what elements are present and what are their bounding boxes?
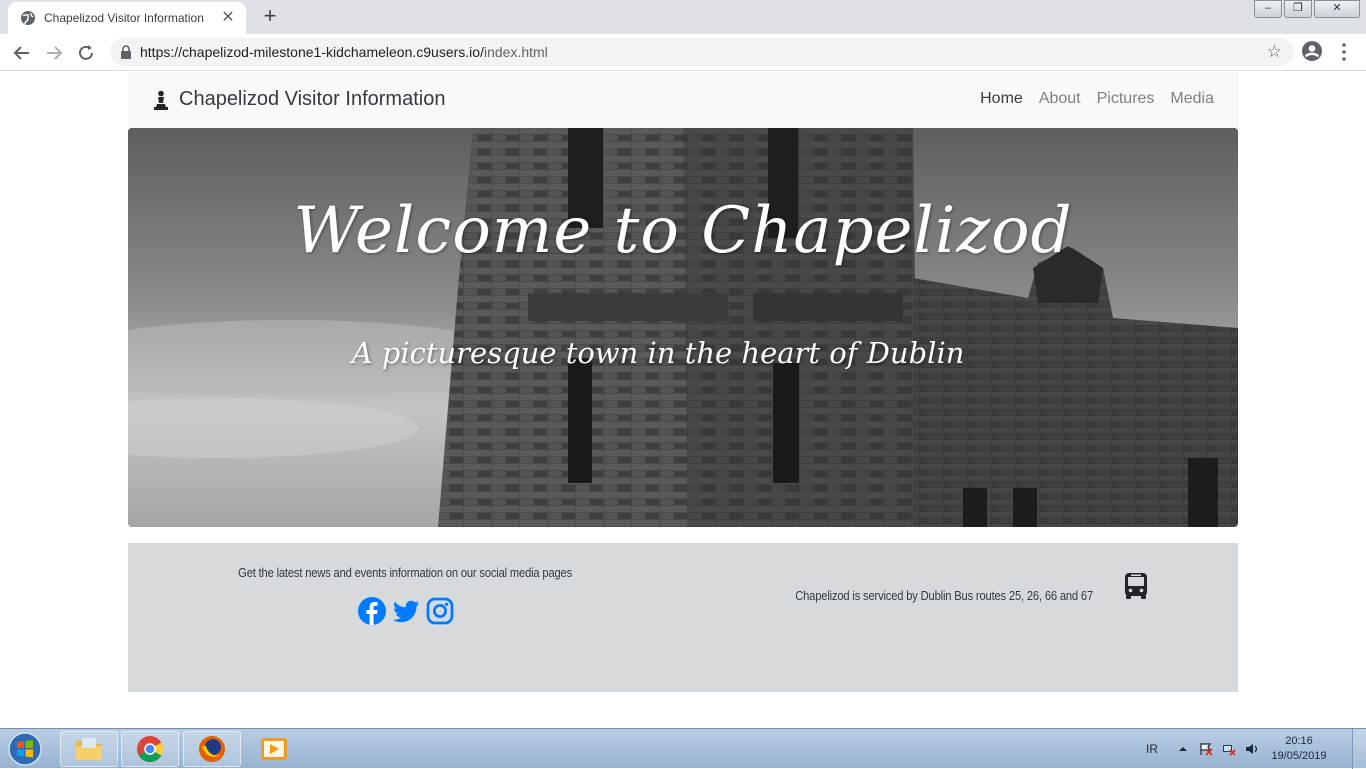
chrome-icon: [137, 736, 164, 763]
url-host: https://chapelizod-milestone1-kidchamele…: [140, 44, 484, 60]
taskbar-chrome[interactable]: [121, 731, 179, 767]
instagram-icon[interactable]: [425, 596, 455, 626]
globe-icon: [21, 11, 35, 25]
bookmark-star-icon[interactable]: ☆: [1267, 43, 1282, 61]
social-media-text: Get the latest news and events informati…: [238, 565, 573, 580]
reload-button[interactable]: [73, 40, 99, 66]
folder-icon: [76, 738, 102, 760]
system-clock[interactable]: 20:16 19/05/2019: [1268, 734, 1330, 764]
bus-icon: [1124, 573, 1147, 599]
close-window-button[interactable]: ✕: [1314, 0, 1360, 18]
reload-icon: [79, 45, 93, 60]
browser-menu-icon[interactable]: [1336, 42, 1352, 62]
profile-avatar-icon[interactable]: [1301, 40, 1323, 62]
firefox-icon: [199, 736, 225, 762]
taskbar-media-player[interactable]: [245, 731, 303, 767]
nav-about[interactable]: About: [1039, 90, 1081, 108]
facebook-icon[interactable]: [357, 596, 387, 626]
taskbar-firefox[interactable]: [183, 731, 241, 767]
bus-routes-text: Chapelizod is serviced by Dublin Bus rou…: [795, 588, 1094, 603]
hero-title: Welcome to Chapelizod: [293, 194, 1073, 268]
network-icon[interactable]: [1222, 742, 1236, 756]
forward-button[interactable]: [41, 40, 67, 66]
chess-pawn-icon: [154, 90, 168, 110]
twitter-icon[interactable]: [391, 596, 421, 626]
url-path: index.html: [483, 44, 548, 60]
tab-close-icon[interactable]: ✕: [218, 8, 238, 28]
tab-title: Chapelizod Visitor Information: [44, 11, 204, 25]
church-tower-photo: [128, 128, 1238, 527]
media-player-icon: [261, 738, 287, 760]
bus-info-section: Chapelizod is serviced by Dublin Bus rou…: [683, 564, 1238, 605]
site-brand[interactable]: Chapelizod Visitor Information: [152, 88, 445, 111]
back-button[interactable]: [9, 40, 35, 66]
nav-pictures[interactable]: Pictures: [1097, 90, 1155, 108]
nav-links: Home About Pictures Media: [964, 90, 1214, 108]
restore-button[interactable]: ❐: [1284, 0, 1312, 18]
browser-tab[interactable]: Chapelizod Visitor Information ✕: [8, 2, 246, 34]
show-desktop-button[interactable]: [1352, 729, 1366, 769]
site-footer: Get the latest news and events informati…: [128, 543, 1238, 692]
clock-time: 20:16: [1285, 735, 1313, 747]
minimize-button[interactable]: –: [1254, 0, 1282, 18]
system-tray: IR 20:16 19/05/2019: [1146, 729, 1366, 769]
browser-toolbar: https://chapelizod-milestone1-kidchamele…: [0, 34, 1366, 71]
social-links: [128, 596, 683, 626]
hero-subtitle: A picturesque town in the heart of Dubli…: [351, 336, 965, 370]
forward-arrow-icon: [47, 46, 63, 60]
nav-home[interactable]: Home: [980, 90, 1023, 108]
volume-icon[interactable]: [1245, 742, 1259, 756]
new-tab-button[interactable]: +: [258, 5, 282, 29]
clock-date: 19/05/2019: [1271, 750, 1327, 762]
site-navbar: Chapelizod Visitor Information Home Abou…: [128, 72, 1238, 128]
brand-title: Chapelizod Visitor Information: [179, 88, 446, 110]
show-hidden-icons-icon[interactable]: [1176, 742, 1190, 756]
taskbar-explorer[interactable]: [60, 731, 118, 767]
action-center-flag-icon[interactable]: [1199, 742, 1213, 756]
windows-start-icon[interactable]: [4, 731, 46, 767]
nav-media[interactable]: Media: [1170, 90, 1214, 108]
lock-icon: [121, 45, 131, 59]
address-bar[interactable]: https://chapelizod-milestone1-kidchamele…: [110, 38, 1294, 66]
social-media-section: Get the latest news and events informati…: [128, 564, 683, 626]
language-indicator[interactable]: IR: [1146, 742, 1158, 756]
back-arrow-icon: [13, 46, 29, 60]
window-controls: – ❐ ✕: [1252, 0, 1360, 18]
browser-tab-strip: Chapelizod Visitor Information ✕ + – ❐ ✕: [0, 0, 1366, 34]
url-text: https://chapelizod-milestone1-kidchamele…: [140, 44, 548, 60]
windows-taskbar: IR 20:16 19/05/2019: [0, 728, 1366, 769]
hero-banner: Welcome to Chapelizod A picturesque town…: [128, 128, 1238, 527]
